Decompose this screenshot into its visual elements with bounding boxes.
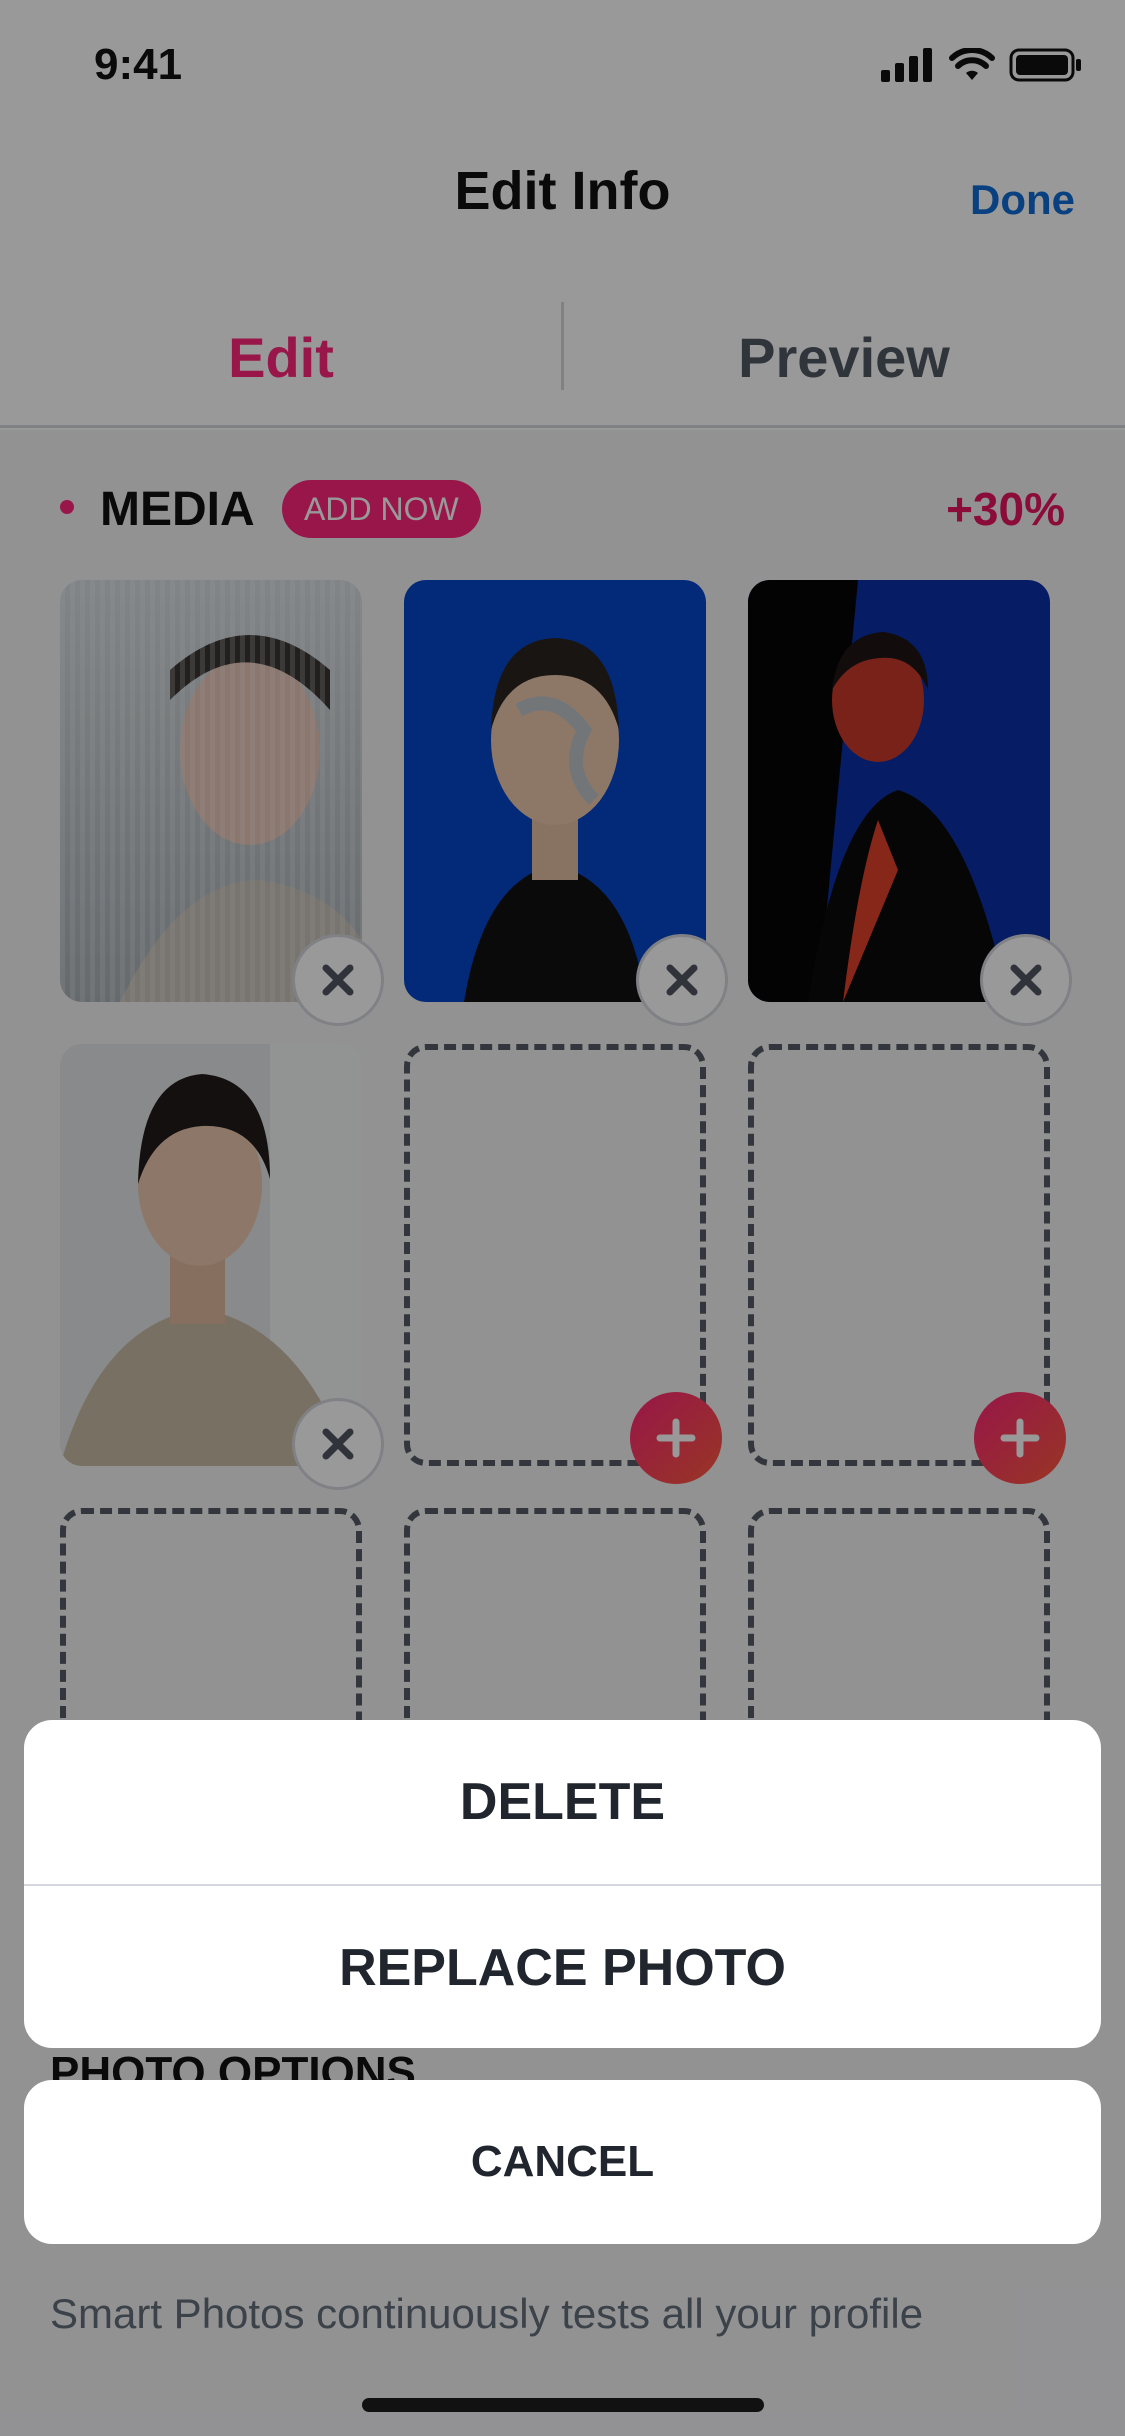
- home-indicator: [362, 2398, 764, 2412]
- replace-photo-button[interactable]: REPLACE PHOTO: [24, 1886, 1101, 2048]
- action-sheet: DELETE REPLACE PHOTO: [24, 1720, 1101, 2048]
- cancel-button[interactable]: CANCEL: [24, 2080, 1101, 2244]
- delete-button[interactable]: DELETE: [24, 1720, 1101, 1884]
- modal-overlay[interactable]: [0, 0, 1125, 2436]
